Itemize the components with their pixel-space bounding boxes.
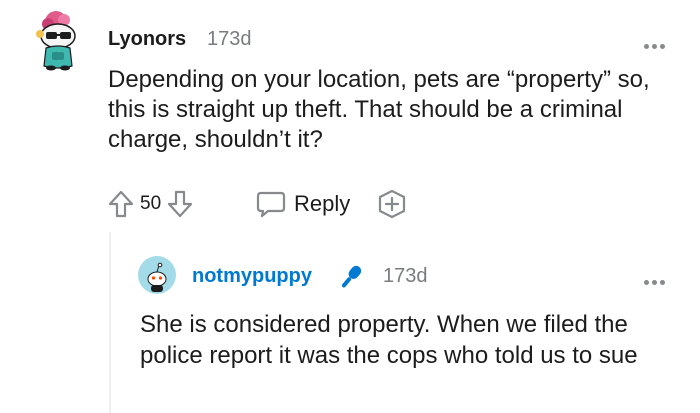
reply-body: She is considered property. When we file… [140,311,638,369]
default-snoo-icon [138,256,176,294]
comment-username[interactable]: Lyonors [108,28,186,51]
comment-actions: 50 [108,188,193,220]
user-avatar[interactable] [34,10,86,72]
thread-line[interactable] [109,232,111,413]
downvote-icon[interactable] [167,190,193,218]
award-button[interactable] [376,188,408,220]
reply-more-options-icon[interactable] [644,272,674,285]
comment-body: Depending on your location, pets are “pr… [108,66,650,153]
op-microphone-icon [336,262,366,292]
comment-timestamp: 173d [207,28,252,50]
vote-count: 50 [140,193,162,214]
reply-label: Reply [294,191,351,216]
reply-timestamp: 173d [383,265,428,287]
more-options-icon[interactable] [644,36,674,49]
snoo-avatar-icon [36,11,76,71]
comment-bubble-icon [256,190,286,218]
award-plus-icon [376,189,408,219]
reply-user-avatar[interactable] [138,256,176,294]
reply-username[interactable]: notmypuppy [192,265,312,288]
upvote-icon[interactable] [108,190,134,218]
reply-button[interactable]: Reply [256,188,350,220]
